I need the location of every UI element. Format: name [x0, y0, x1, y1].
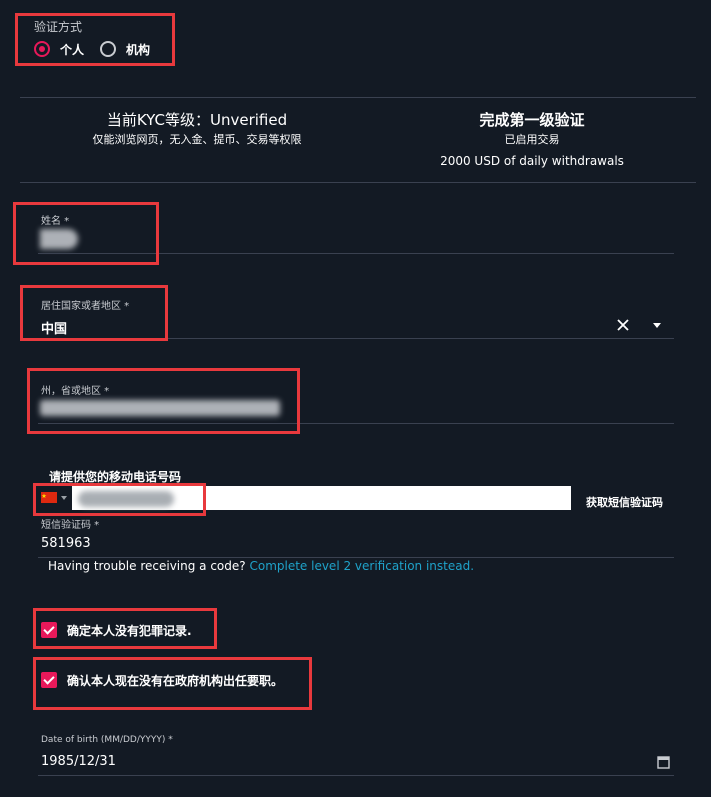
kyc-current-desc: 仅能浏览网页，无入金、提币、交易等权限: [92, 133, 302, 146]
complete-level2-link[interactable]: Complete level 2 verification instead.: [249, 559, 474, 573]
highlight-checkbox1: [33, 608, 217, 649]
sms-code-label: 短信验证码 *: [41, 520, 100, 531]
dob-label: Date of birth (MM/DD/YYYY) *: [41, 735, 173, 745]
sms-underline: [38, 557, 674, 558]
highlight-phone: [33, 483, 206, 516]
trouble-text: Having trouble receiving a code? Complet…: [48, 559, 474, 573]
sms-code-input[interactable]: 581963: [41, 536, 91, 551]
highlight-name: [13, 202, 159, 265]
kyc-current-title: 当前KYC等级：Unverified: [106, 111, 288, 129]
highlight-region: [27, 368, 300, 434]
dob-underline: [38, 775, 674, 776]
get-sms-code-button[interactable]: 获取短信验证码: [586, 494, 663, 510]
highlight-country: [20, 285, 168, 341]
kyc-next-line2: 2000 USD of daily withdrawals: [440, 154, 624, 168]
caret-down-icon[interactable]: [651, 320, 663, 330]
trouble-text-prefix: Having trouble receiving a code?: [48, 559, 246, 573]
highlight-verification: [15, 13, 175, 66]
close-icon[interactable]: [616, 318, 630, 332]
divider: [20, 182, 696, 183]
calendar-icon[interactable]: [657, 755, 670, 769]
kyc-next-title: 完成第一级验证: [479, 111, 585, 129]
highlight-checkbox2: [33, 657, 312, 710]
divider: [20, 97, 696, 98]
kyc-next-line1: 已启用交易: [504, 133, 560, 146]
dob-input[interactable]: 1985/12/31: [41, 754, 116, 769]
